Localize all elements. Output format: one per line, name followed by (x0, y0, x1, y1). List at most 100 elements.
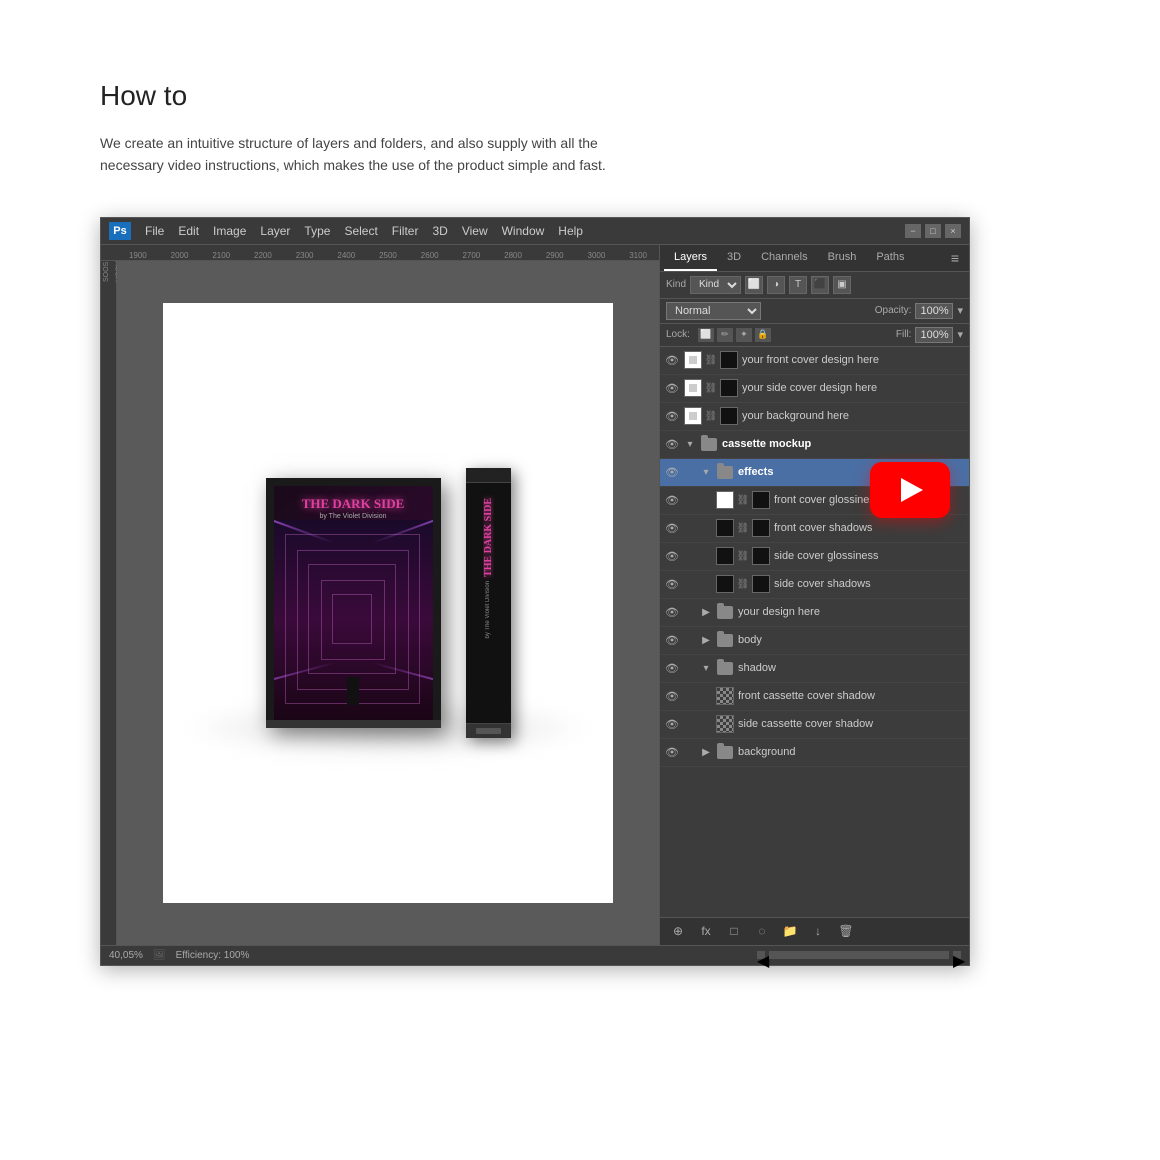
layer-item[interactable]: 👁 ▾ cassette mockup (660, 431, 969, 459)
lock-position-icon[interactable]: ✦ (736, 328, 752, 342)
blend-mode-select[interactable]: Normal (666, 302, 761, 320)
layer-item[interactable]: 👁 ⛓ your side cover design here (660, 375, 969, 403)
layers-bottom-toolbar: ⊕ fx □ ◌ 📁 ↓ 🗑 (660, 917, 969, 945)
tab-3d[interactable]: 3D (717, 245, 751, 271)
visibility-toggle[interactable]: 👁 (664, 492, 680, 508)
visibility-toggle[interactable]: 👁 (664, 576, 680, 592)
expand-toggle[interactable]: ▾ (700, 466, 712, 478)
menu-image[interactable]: Image (207, 222, 252, 240)
layer-item[interactable]: 👁 ⛓ your front cover design here (660, 347, 969, 375)
panel-menu-button[interactable]: ≡ (945, 246, 965, 270)
menu-type[interactable]: Type (298, 222, 336, 240)
layer-name: cassette mockup (722, 438, 965, 450)
expand-toggle[interactable]: ▾ (700, 662, 712, 674)
visibility-toggle[interactable]: 👁 (664, 660, 680, 676)
ruler-tick: 2200 (242, 251, 284, 260)
menu-layer[interactable]: Layer (254, 222, 296, 240)
layer-mask-thumbnail (720, 379, 738, 397)
cassette-subtitle: by The Violet Division (319, 513, 386, 520)
panel-tabs: Layers 3D Channels Brush Paths ≡ (660, 245, 969, 272)
visibility-toggle[interactable]: 👁 (664, 688, 680, 704)
visibility-toggle[interactable]: 👁 (664, 716, 680, 732)
layer-name: your background here (742, 410, 965, 422)
layer-item[interactable]: 👁 front cassette cover shadow (660, 683, 969, 711)
layer-name: side cover glossiness (774, 550, 965, 562)
link-layers-button[interactable]: ⊕ (668, 922, 688, 940)
expand-toggle[interactable]: ▶ (700, 746, 712, 758)
tab-paths[interactable]: Paths (866, 245, 914, 271)
layer-item[interactable]: 👁 ⛓ side cover shadows (660, 571, 969, 599)
filter-shape-icon[interactable]: ⬛ (811, 276, 829, 294)
ruler-tick: 2300 (284, 251, 326, 260)
visibility-toggle[interactable]: 👁 (664, 408, 680, 424)
opacity-value[interactable]: 100% (915, 303, 953, 319)
visibility-toggle[interactable]: 👁 (664, 632, 680, 648)
menu-filter[interactable]: Filter (386, 222, 425, 240)
expand-toggle[interactable]: ▶ (700, 606, 712, 618)
new-layer-button[interactable]: ↓ (808, 922, 828, 940)
visibility-toggle[interactable]: 👁 (664, 380, 680, 396)
layer-item[interactable]: 👁 ▶ background (660, 739, 969, 767)
expand-toggle[interactable]: ▶ (700, 634, 712, 646)
visibility-toggle[interactable]: 👁 (664, 604, 680, 620)
lock-fill-row: Lock: ⬜ ✏ ✦ 🔒 Fill: 100% ▾ (660, 324, 969, 347)
delete-layer-button[interactable]: 🗑 (836, 922, 856, 940)
menu-view[interactable]: View (456, 222, 494, 240)
tab-layers[interactable]: Layers (664, 245, 717, 271)
menu-select[interactable]: Select (338, 222, 383, 240)
fx-button[interactable]: fx (696, 922, 716, 940)
layer-item[interactable]: 👁 ⛓ side cover glossiness (660, 543, 969, 571)
visibility-toggle[interactable]: 👁 (664, 548, 680, 564)
lock-all-icon[interactable]: 🔒 (755, 328, 771, 342)
layer-thumbnail (716, 575, 734, 593)
ruler-tick: 2600 (409, 251, 451, 260)
layer-item[interactable]: 👁 ⛓ your background here (660, 403, 969, 431)
menu-3d[interactable]: 3D (426, 222, 453, 240)
layer-item[interactable]: 👁 ▾ shadow (660, 655, 969, 683)
adjustment-button[interactable]: ◌ (752, 922, 772, 940)
visibility-toggle[interactable]: 👁 (664, 744, 680, 760)
new-group-button[interactable]: 📁 (780, 922, 800, 940)
page-description: We create an intuitive structure of laye… (100, 132, 660, 177)
layer-item[interactable]: 👁 ⛓ front cover shadows (660, 515, 969, 543)
kind-select[interactable]: Kind (690, 276, 741, 294)
layer-item[interactable]: 👁 ▶ body (660, 627, 969, 655)
minimize-button[interactable]: − (905, 224, 921, 238)
menu-edit[interactable]: Edit (172, 222, 205, 240)
filter-adjust-icon[interactable]: ◑ (767, 276, 785, 294)
menu-window[interactable]: Window (496, 222, 551, 240)
layer-item[interactable]: 👁 ▶ your design here (660, 599, 969, 627)
canvas-content[interactable]: THE DARK SIDE by The Violet Division (117, 261, 659, 945)
lock-paint-icon[interactable]: ✏ (717, 328, 733, 342)
cassette-side-title: THE DARK SIDE (483, 498, 494, 577)
scroll-right-button[interactable]: ▶ (953, 951, 961, 959)
tab-brush[interactable]: Brush (818, 245, 867, 271)
visibility-toggle[interactable]: 👁 (664, 464, 680, 480)
menu-file[interactable]: File (139, 222, 170, 240)
expand-toggle[interactable]: ▾ (684, 438, 696, 450)
menu-help[interactable]: Help (552, 222, 589, 240)
filter-smart-icon[interactable]: ▣ (833, 276, 851, 294)
layer-item[interactable]: 👁 side cassette cover shadow (660, 711, 969, 739)
filter-pixel-icon[interactable]: ⬜ (745, 276, 763, 294)
maximize-button[interactable]: □ (925, 224, 941, 238)
lock-label: Lock: (666, 329, 690, 340)
layers-list: 👁 ⛓ your front cover design here 👁 (660, 347, 969, 917)
filter-type-icon[interactable]: T (789, 276, 807, 294)
visibility-toggle[interactable]: 👁 (664, 436, 680, 452)
lock-transparent-icon[interactable]: ⬜ (698, 328, 714, 342)
layer-name: your side cover design here (742, 382, 965, 394)
tab-channels[interactable]: Channels (751, 245, 817, 271)
add-mask-button[interactable]: □ (724, 922, 744, 940)
layer-name: front cassette cover shadow (738, 690, 965, 702)
visibility-toggle[interactable]: 👁 (664, 352, 680, 368)
horizontal-scrollbar[interactable] (769, 951, 949, 959)
scroll-left-button[interactable]: ◀ (757, 951, 765, 959)
layers-filter-toolbar: Kind Kind ⬜ ◑ T ⬛ ▣ (660, 272, 969, 299)
visibility-toggle[interactable]: 👁 (664, 520, 680, 536)
status-bar: 40,05% 🖼 Efficiency: 100% ◀ ▶ (101, 945, 969, 965)
layer-name: front cover shadows (774, 522, 965, 534)
close-button[interactable]: × (945, 224, 961, 238)
youtube-play-button[interactable] (870, 462, 950, 518)
fill-value[interactable]: 100% (915, 327, 953, 343)
